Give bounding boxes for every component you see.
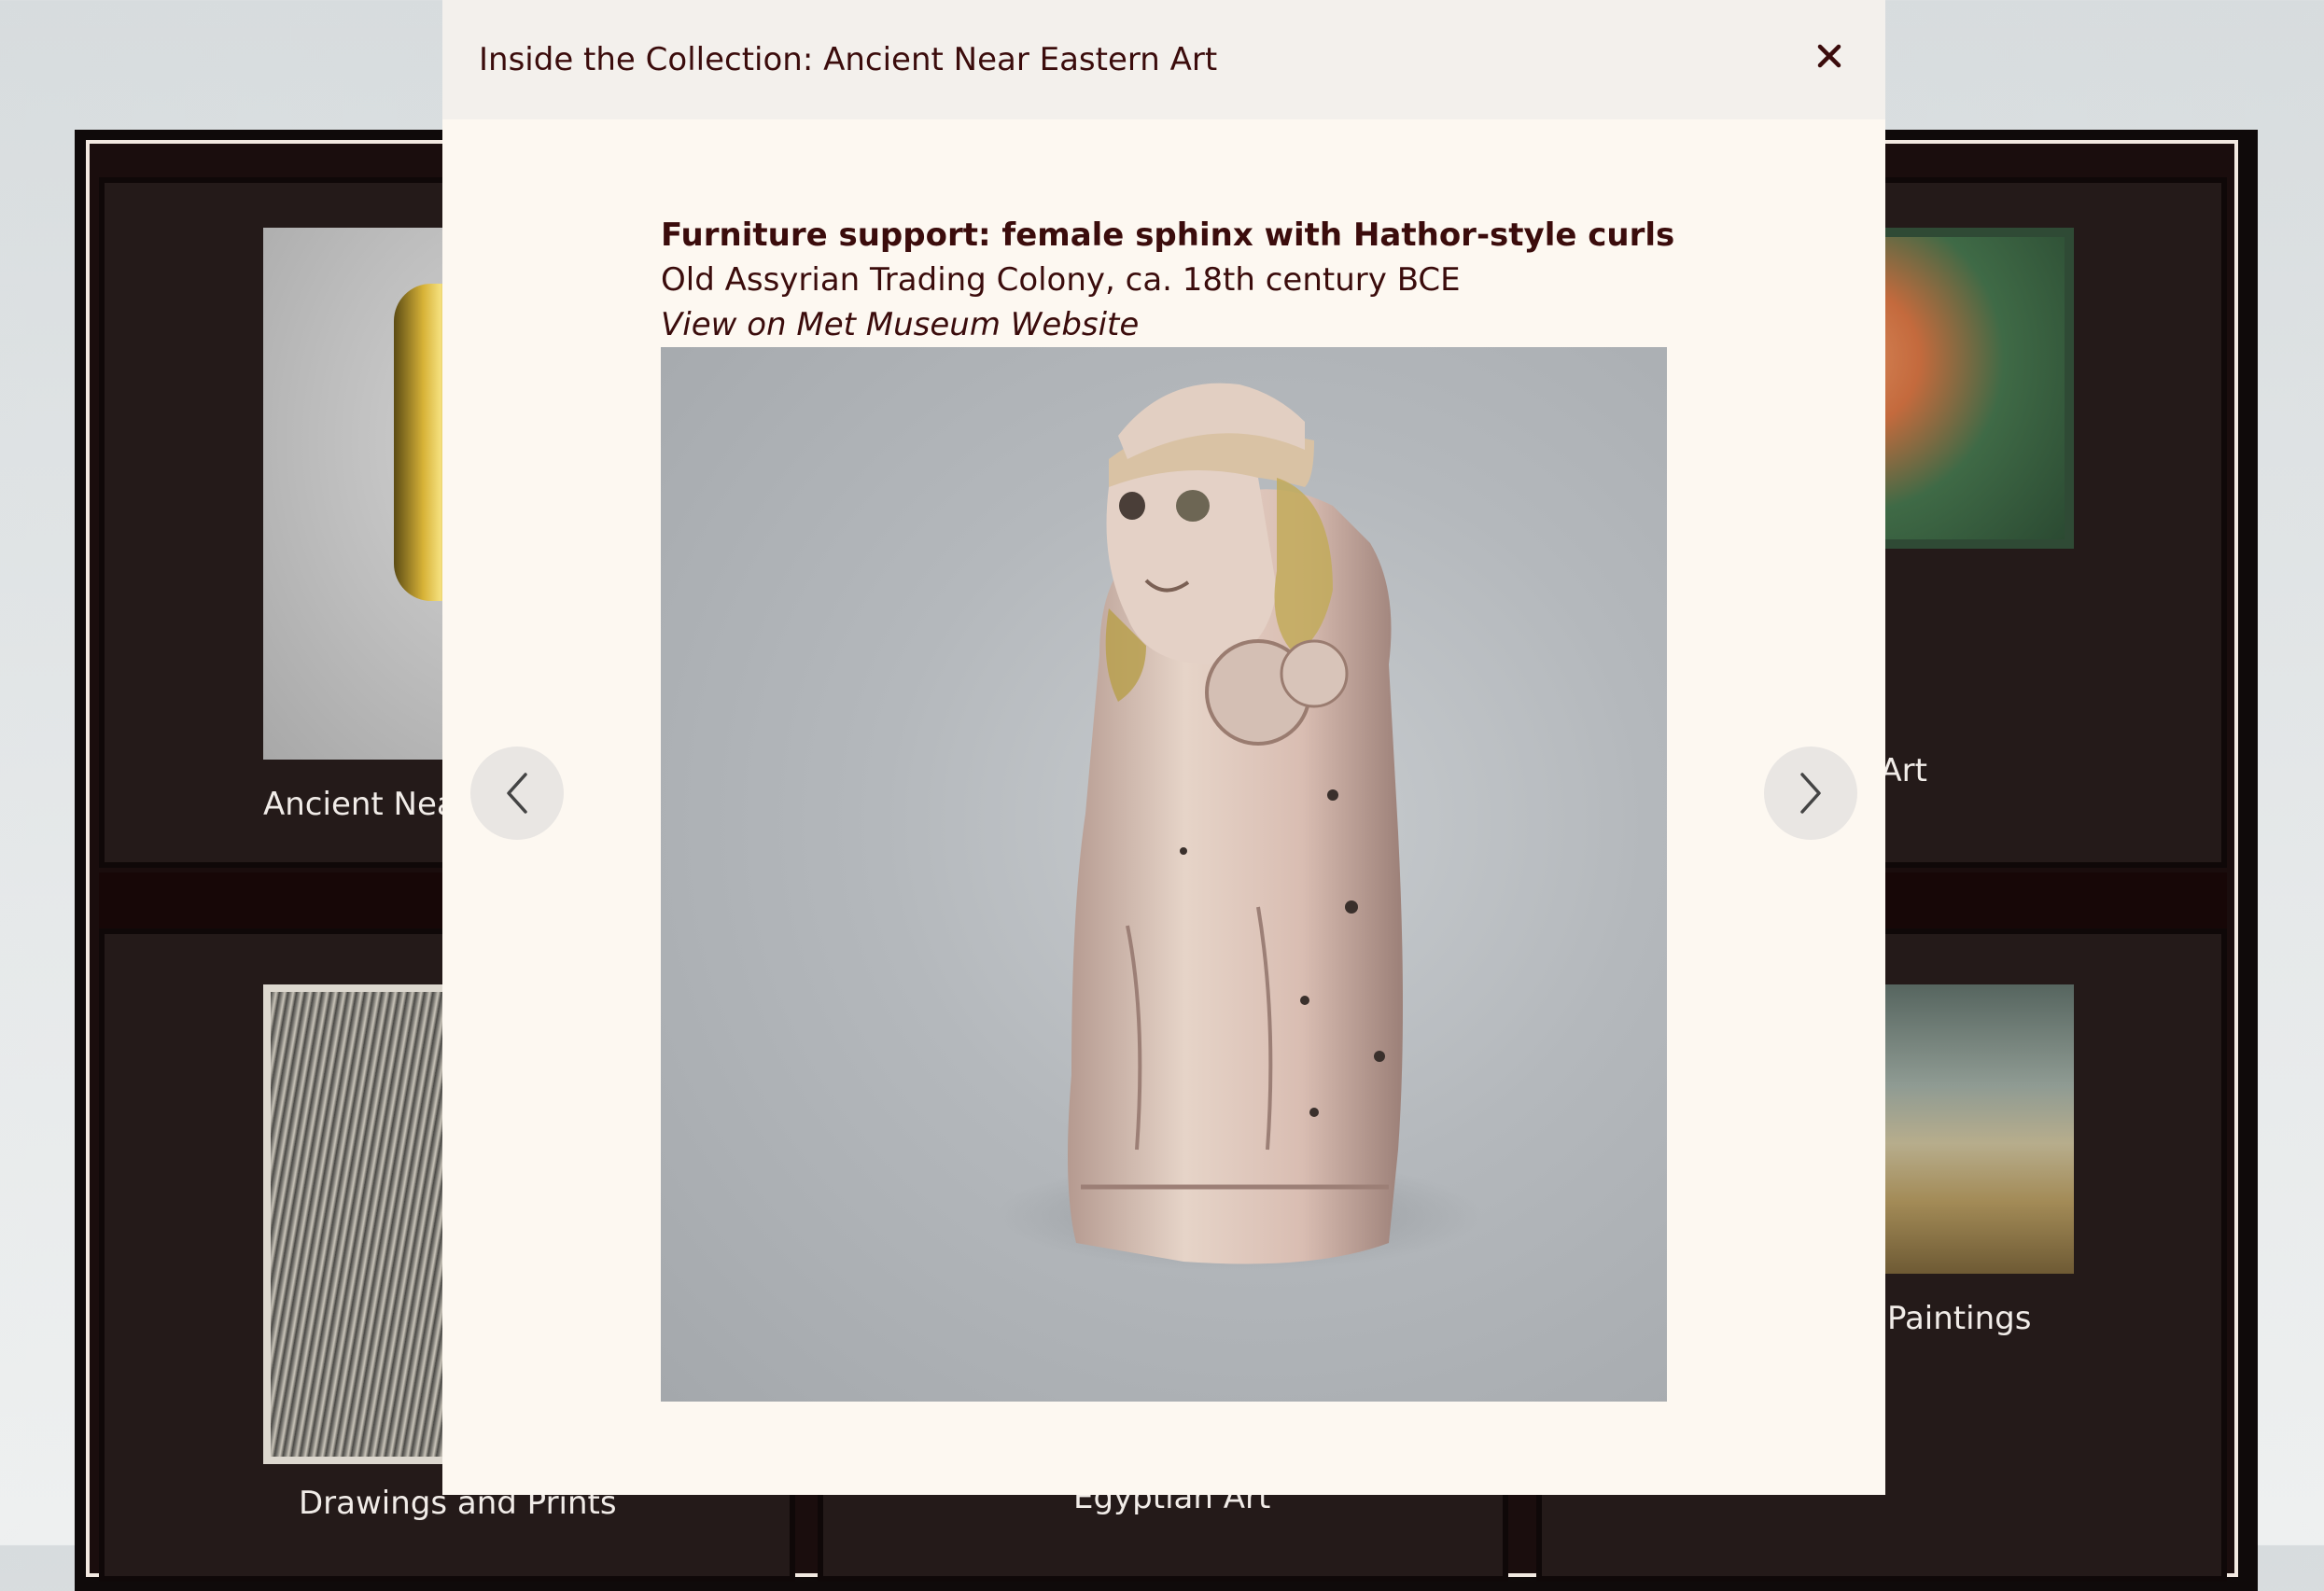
- met-museum-link[interactable]: View on Met Museum Website: [661, 306, 1139, 343]
- previous-button[interactable]: [470, 747, 564, 840]
- collection-modal: Inside the Collection: Ancient Near East…: [442, 0, 1885, 1495]
- card-label: Ancient Nea: [263, 786, 456, 823]
- chevron-right-icon: [1800, 773, 1821, 814]
- artwork-subtitle: Old Assyrian Trading Colony, ca. 18th ce…: [661, 261, 1461, 299]
- artwork-title: Furniture support: female sphinx with Ha…: [661, 216, 1675, 254]
- chevron-left-icon: [507, 773, 527, 814]
- next-button[interactable]: [1764, 747, 1857, 840]
- close-icon: [1817, 44, 1841, 68]
- modal-title: Inside the Collection: Ancient Near East…: [479, 41, 1218, 78]
- close-button[interactable]: [1811, 37, 1848, 75]
- artwork-image: [661, 347, 1667, 1402]
- sphinx-figure: [997, 383, 1482, 1271]
- card-label: Paintings: [1887, 1300, 2032, 1337]
- modal-header: Inside the Collection: Ancient Near East…: [442, 0, 1885, 119]
